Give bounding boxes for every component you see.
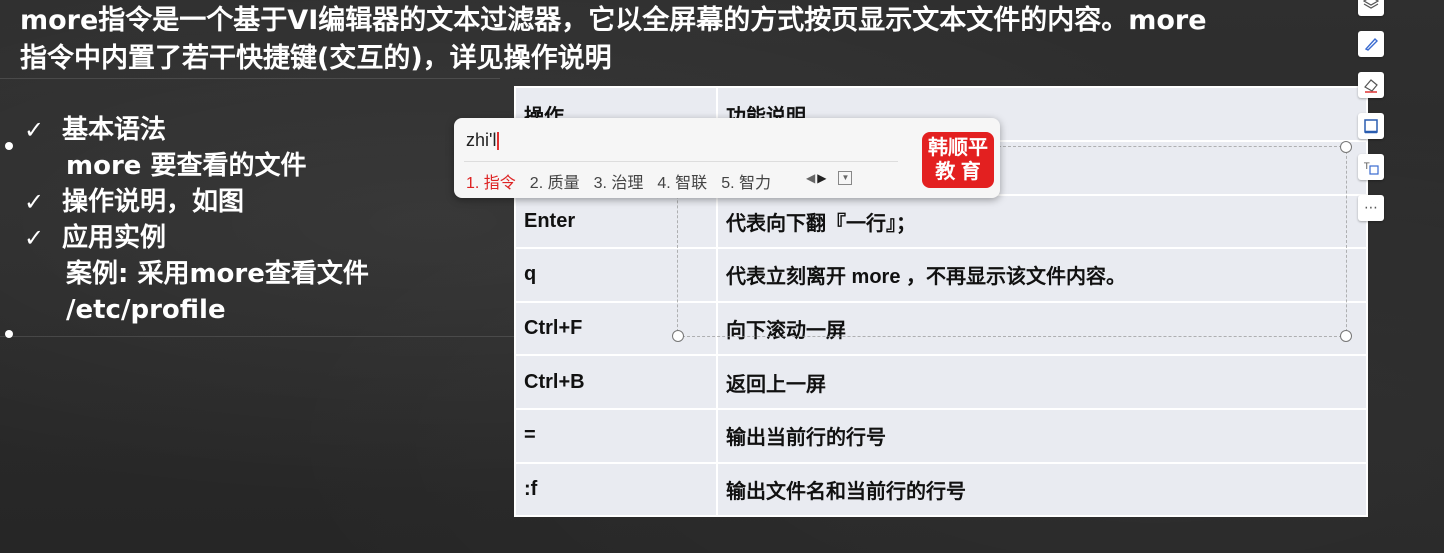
ime-candidate-list: 1. 指令 2. 质量 3. 治理 4. 智联 5. 智力 [466,169,785,193]
ime-divider [464,161,898,162]
text-box-icon[interactable]: T [1358,154,1384,180]
resize-handle[interactable] [672,330,684,342]
ime-candidate[interactable]: 2. 质量 [530,169,580,193]
table-row: Enter 代表向下翻『一行』； [514,193,1368,250]
logo-line-1: 韩顺平 [928,137,988,159]
intro-line-2: 指令中内置了若干快捷键(交互的)，详见操作说明 [20,43,612,74]
intro-text: more指令是一个基于VI编辑器的文本过滤器，它以全屏幕的方式按页显示文本文件的… [20,2,1340,78]
text-caret [497,132,500,151]
bullet-item: ✓ 操作说明，如图 [24,184,369,220]
expand-icon[interactable]: ▼ [838,171,853,185]
table-desc-cell: 输出当前行的行号 [716,407,1368,464]
ime-candidate[interactable]: 1. 指令 [466,169,516,193]
bullet-label: 应用实例 [62,223,167,253]
next-page-icon[interactable]: ▶ [817,171,826,185]
resize-handle[interactable] [1340,141,1352,153]
table-desc-cell: 代表向下翻『一行』； [716,193,1368,250]
brand-logo: 韩顺平 教 育 [922,132,994,188]
layers-icon[interactable] [1358,0,1384,16]
check-icon: ✓ [24,116,45,144]
bullet-list: ✓ 基本语法 more 要查看的文件 ✓ 操作说明，如图 ✓ 应用实例 案例: … [24,112,369,328]
annotation-toolbar: T ⋯ [1358,0,1388,236]
table-desc-cell: 输出文件名和当前行的行号 [716,461,1368,518]
table-key-cell: :f [514,461,718,518]
svg-text:T: T [1363,162,1370,172]
logo-line-2: 教 育 [935,161,981,183]
resize-handle[interactable] [1340,330,1352,342]
bullet-label: 基本语法 [62,115,167,145]
board-divider [0,336,520,337]
selection-handle[interactable] [5,330,13,338]
board-divider [0,78,500,79]
bullet-label: 操作说明，如图 [62,187,245,217]
check-icon: ✓ [24,188,45,216]
table-row: q 代表立刻离开 more ，不再显示该文件内容。 [514,247,1368,303]
pen-icon[interactable] [1358,31,1384,57]
table-key-cell: = [514,407,718,464]
table-key-cell: Ctrl+F [514,300,718,357]
intro-line-1: more指令是一个基于VI编辑器的文本过滤器，它以全屏幕的方式按页显示文本文件的… [20,5,1207,36]
table-key-cell: Ctrl+B [514,354,718,410]
table-key-cell: q [514,247,718,303]
table-row: Ctrl+B 返回上一屏 [514,354,1368,410]
selection-handle[interactable] [5,142,13,150]
table-row: = 输出当前行的行号 [514,407,1368,464]
check-icon: ✓ [24,224,45,252]
table-desc-cell: 向下滚动一屏 [716,300,1368,357]
bullet-item: ✓ 基本语法 [24,112,369,148]
prev-page-icon[interactable]: ◀ [806,171,815,185]
table-desc-cell: 代表立刻离开 more ，不再显示该文件内容。 [716,247,1368,303]
ime-candidate-window: zhi'l 1. 指令 2. 质量 3. 治理 4. 智联 5. 智力 ◀ ▶ … [454,118,1000,198]
ime-candidate[interactable]: 3. 治理 [594,169,644,193]
ime-input-text: zhi'l [466,130,500,151]
table-row: Ctrl+F 向下滚动一屏 [514,300,1368,357]
bullet-item: ✓ 应用实例 [24,220,369,256]
table-desc-cell: 返回上一屏 [716,354,1368,410]
frame-icon[interactable] [1358,113,1384,139]
ime-pinyin: zhi'l [466,130,497,150]
eraser-icon[interactable] [1358,72,1384,98]
more-icon[interactable]: ⋯ [1358,195,1384,221]
ime-candidate[interactable]: 4. 智联 [657,169,707,193]
table-row: :f 输出文件名和当前行的行号 [514,461,1368,518]
example-line-2: /etc/profile [66,295,226,325]
ime-page-nav: ◀ ▶ ▼ [806,171,853,185]
example-line-1: 案例: 采用more查看文件 [66,259,369,289]
table-key-cell: Enter [514,193,718,250]
syntax-text: more 要查看的文件 [66,151,307,181]
ime-candidate[interactable]: 5. 智力 [721,169,771,193]
